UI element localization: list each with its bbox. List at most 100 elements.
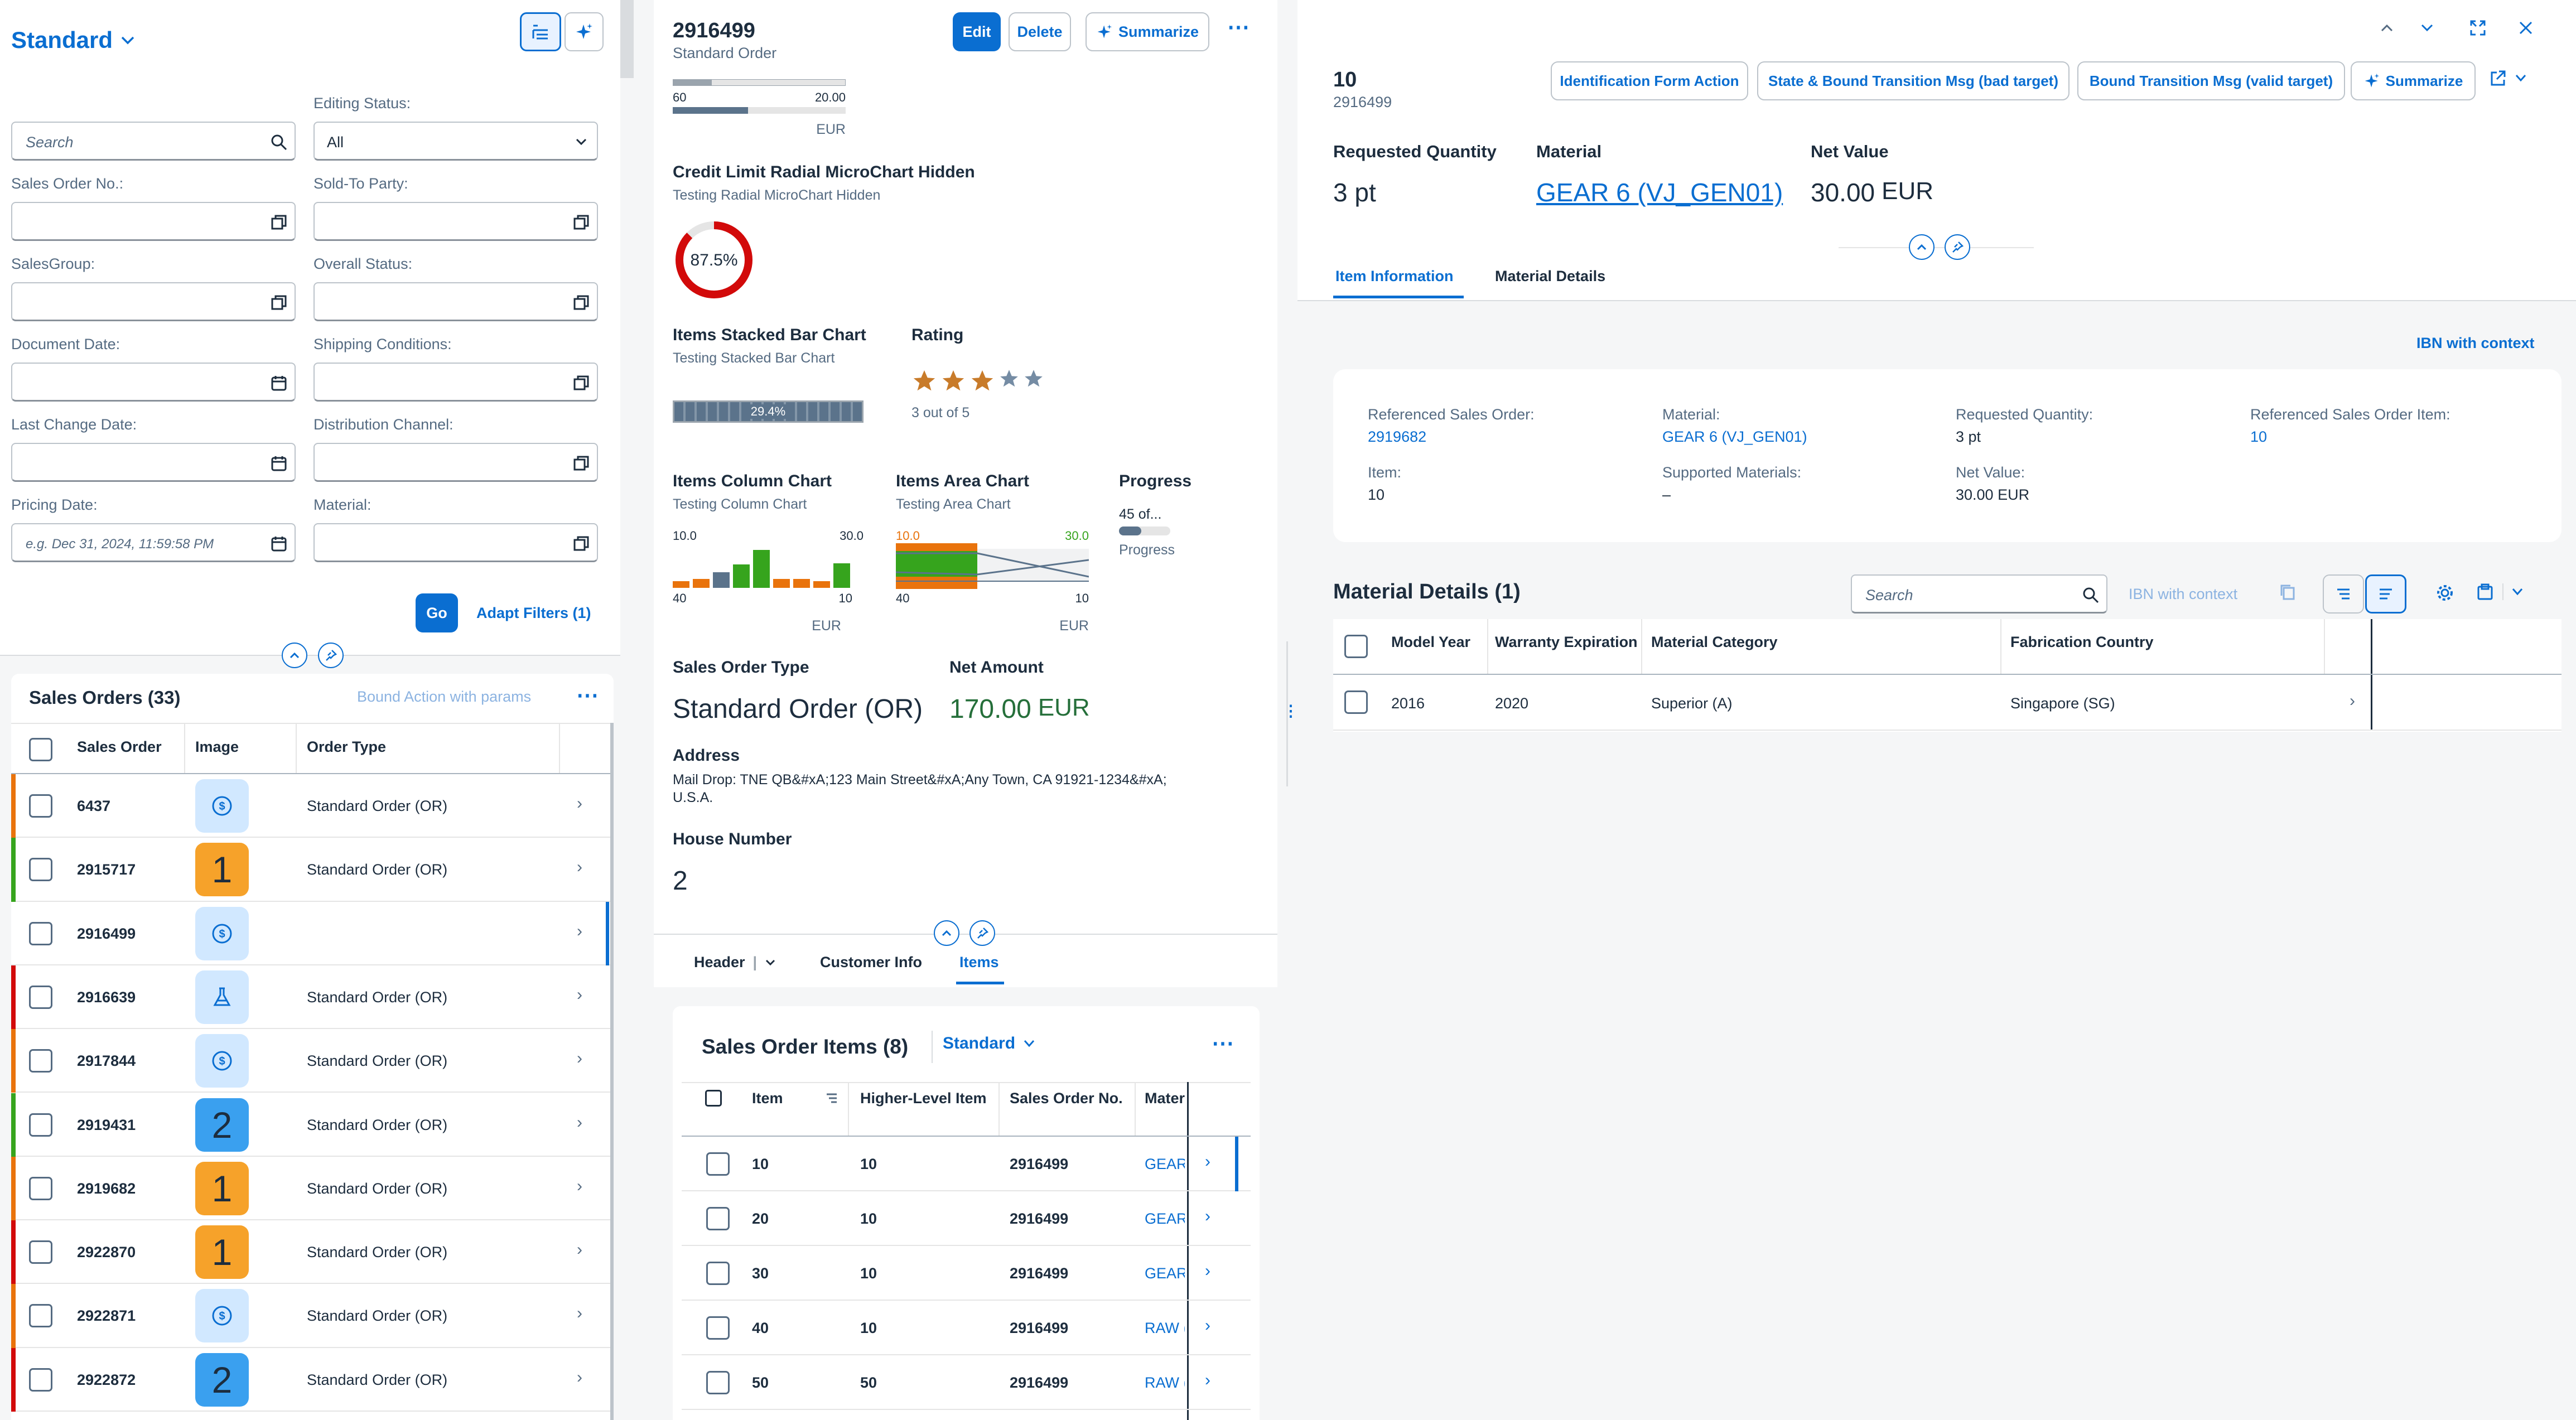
material-cell[interactable]: GEAR — [1145, 1265, 1185, 1282]
more-actions-button[interactable]: ⋯ — [1227, 15, 1250, 40]
column-resize-handle[interactable]: ⋮ — [1277, 0, 1299, 1420]
col-image[interactable]: Image — [195, 738, 239, 756]
material-search-input[interactable]: Search — [1851, 574, 2107, 614]
row-checkbox[interactable] — [29, 1240, 52, 1264]
tab-items[interactable]: Items — [959, 954, 999, 971]
ref-so-link[interactable]: 2919682 — [1368, 428, 1426, 446]
material-cell[interactable]: RAW ( — [1145, 1374, 1185, 1392]
star-filled-icon[interactable] — [911, 368, 937, 394]
table-row[interactable]: 2922871 $ Standard Order (OR) › — [11, 1284, 610, 1348]
row-navigation-icon[interactable]: › — [1205, 1316, 1210, 1335]
search-input[interactable]: Search — [11, 122, 296, 161]
table-row[interactable]: 40 10 2916499 RAW (› — [682, 1301, 1251, 1355]
row-navigation-icon[interactable]: › — [1205, 1207, 1210, 1226]
identification-form-action-button[interactable]: Identification Form Action — [1551, 61, 1748, 100]
distribution-channel-field[interactable] — [313, 443, 598, 482]
shipping-conditions-field[interactable] — [313, 363, 598, 402]
bound-action-button[interactable]: Bound Action with params — [357, 688, 531, 706]
table-row[interactable]: 2016 2020 Superior (A) Singapore (SG) › — [1333, 675, 2561, 731]
table-row[interactable]: 20 10 2916499 GEAR › — [682, 1191, 1251, 1246]
row-navigation-icon[interactable]: › — [1205, 1262, 1210, 1281]
summarize-button[interactable]: Summarize — [1086, 12, 1209, 51]
row-navigation-icon[interactable]: › — [577, 986, 582, 1004]
settings-button[interactable] — [2435, 583, 2454, 606]
table-row[interactable]: 2919682 1 Standard Order (OR) › — [11, 1156, 610, 1221]
pin-header-button[interactable] — [1945, 234, 1970, 260]
row-checkbox[interactable] — [29, 985, 52, 1009]
table-vscroll[interactable] — [610, 723, 614, 1420]
table-row[interactable]: 2919431 2 Standard Order (OR) › — [11, 1093, 610, 1157]
row-checkbox[interactable] — [706, 1371, 730, 1394]
column-scrollbar[interactable] — [620, 0, 634, 78]
bound-transition-valid-button[interactable]: Bound Transition Msg (valid target) — [2077, 61, 2345, 100]
tab-header[interactable]: Header | — [694, 954, 776, 971]
tab-customer-info[interactable]: Customer Info — [820, 954, 922, 971]
material-cell[interactable]: GEAR — [1145, 1210, 1185, 1228]
overall-status-field[interactable] — [313, 282, 598, 321]
sort-ascending-button[interactable] — [2323, 574, 2364, 614]
row-checkbox[interactable] — [706, 1207, 730, 1230]
table-row[interactable]: 2916499 $ › — [11, 901, 610, 965]
editing-status-select[interactable]: All — [313, 122, 598, 161]
row-checkbox[interactable] — [29, 1368, 52, 1392]
row-checkbox[interactable] — [29, 921, 52, 945]
row-navigation-icon[interactable]: › — [1205, 1371, 1210, 1390]
copy-button[interactable] — [2279, 583, 2297, 605]
row-navigation-icon[interactable]: › — [577, 1113, 582, 1132]
state-bound-transition-bad-button[interactable]: State & Bound Transition Msg (bad target… — [1757, 61, 2070, 100]
col-item[interactable]: Item — [752, 1090, 783, 1107]
row-checkbox[interactable] — [29, 1176, 52, 1200]
summarize-button[interactable]: Summarize — [2351, 61, 2476, 100]
star-empty-icon[interactable] — [1023, 368, 1044, 389]
col-warranty-expiration[interactable]: Warranty Expiration — [1495, 634, 1638, 651]
col-fabrication-country[interactable]: Fabrication Country — [2010, 634, 2154, 651]
material-filter-field[interactable] — [313, 523, 598, 562]
table-row[interactable]: 2917844 $ Standard Order (OR) › — [11, 1029, 610, 1093]
collapse-header-button[interactable] — [282, 643, 307, 668]
material-ibn-button[interactable]: IBN with context — [2129, 586, 2237, 603]
adapt-filters-button[interactable]: Adapt Filters (1) — [476, 605, 591, 622]
row-checkbox[interactable] — [706, 1152, 730, 1176]
col-sales-order-no[interactable]: Sales Order No. — [1010, 1090, 1123, 1107]
row-navigation-icon[interactable]: › — [577, 858, 582, 877]
row-checkbox[interactable] — [29, 1113, 52, 1137]
row-navigation-icon[interactable]: › — [577, 1368, 582, 1387]
table-row[interactable]: 2922870 1 Standard Order (OR) › — [11, 1220, 610, 1284]
col-material[interactable]: Mater — [1145, 1090, 1185, 1107]
filter-layout-toggle[interactable] — [520, 12, 561, 51]
row-checkbox[interactable] — [29, 1304, 52, 1328]
tab-material-details[interactable]: Material Details — [1495, 268, 1605, 285]
row-checkbox[interactable] — [1344, 690, 1368, 714]
ibn-with-context-button[interactable]: IBN with context — [2416, 335, 2535, 352]
row-navigation-icon[interactable]: › — [2350, 692, 2355, 711]
sales-group-field[interactable] — [11, 282, 296, 321]
row-navigation-icon[interactable]: › — [577, 1049, 582, 1068]
row-navigation-icon[interactable]: › — [577, 1240, 582, 1259]
nav-up-button[interactable] — [2380, 20, 2394, 37]
more-actions-button[interactable]: ⋯ — [575, 683, 600, 708]
select-all-checkbox[interactable] — [29, 738, 52, 761]
table-row[interactable]: 2916639 Standard Order (OR) › — [11, 965, 610, 1030]
row-checkbox[interactable] — [29, 858, 52, 882]
col-order-type[interactable]: Order Type — [307, 738, 386, 756]
col-material-category[interactable]: Material Category — [1651, 634, 1778, 651]
col-higher-level-item[interactable]: Higher-Level Item — [860, 1090, 987, 1107]
go-button[interactable]: Go — [416, 593, 458, 632]
select-all-checkbox[interactable] — [705, 1090, 722, 1107]
col-model-year[interactable]: Model Year — [1391, 634, 1470, 651]
variant-title[interactable]: Standard — [11, 27, 135, 54]
table-row[interactable]: 50 50 2916499 RAW (› — [682, 1355, 1251, 1410]
last-change-date-field[interactable] — [11, 443, 296, 482]
row-navigation-icon[interactable]: › — [577, 794, 582, 813]
document-date-field[interactable] — [11, 363, 296, 402]
edit-button[interactable]: Edit — [953, 12, 1001, 51]
table-row[interactable]: 10 10 2916499 GEAR › — [682, 1137, 1251, 1191]
nav-down-button[interactable] — [2420, 20, 2434, 37]
ref-item-link[interactable]: 10 — [2250, 428, 2267, 446]
table-row[interactable]: 2915717 1 Standard Order (OR) › — [11, 838, 610, 902]
items-variant-selector[interactable]: Standard — [943, 1034, 1035, 1053]
select-all-checkbox[interactable] — [1344, 635, 1368, 658]
table-row[interactable]: 6437 $ Standard Order (OR) › — [11, 774, 610, 838]
tab-item-information[interactable]: Item Information — [1335, 268, 1454, 285]
star-filled-icon[interactable] — [969, 368, 995, 394]
